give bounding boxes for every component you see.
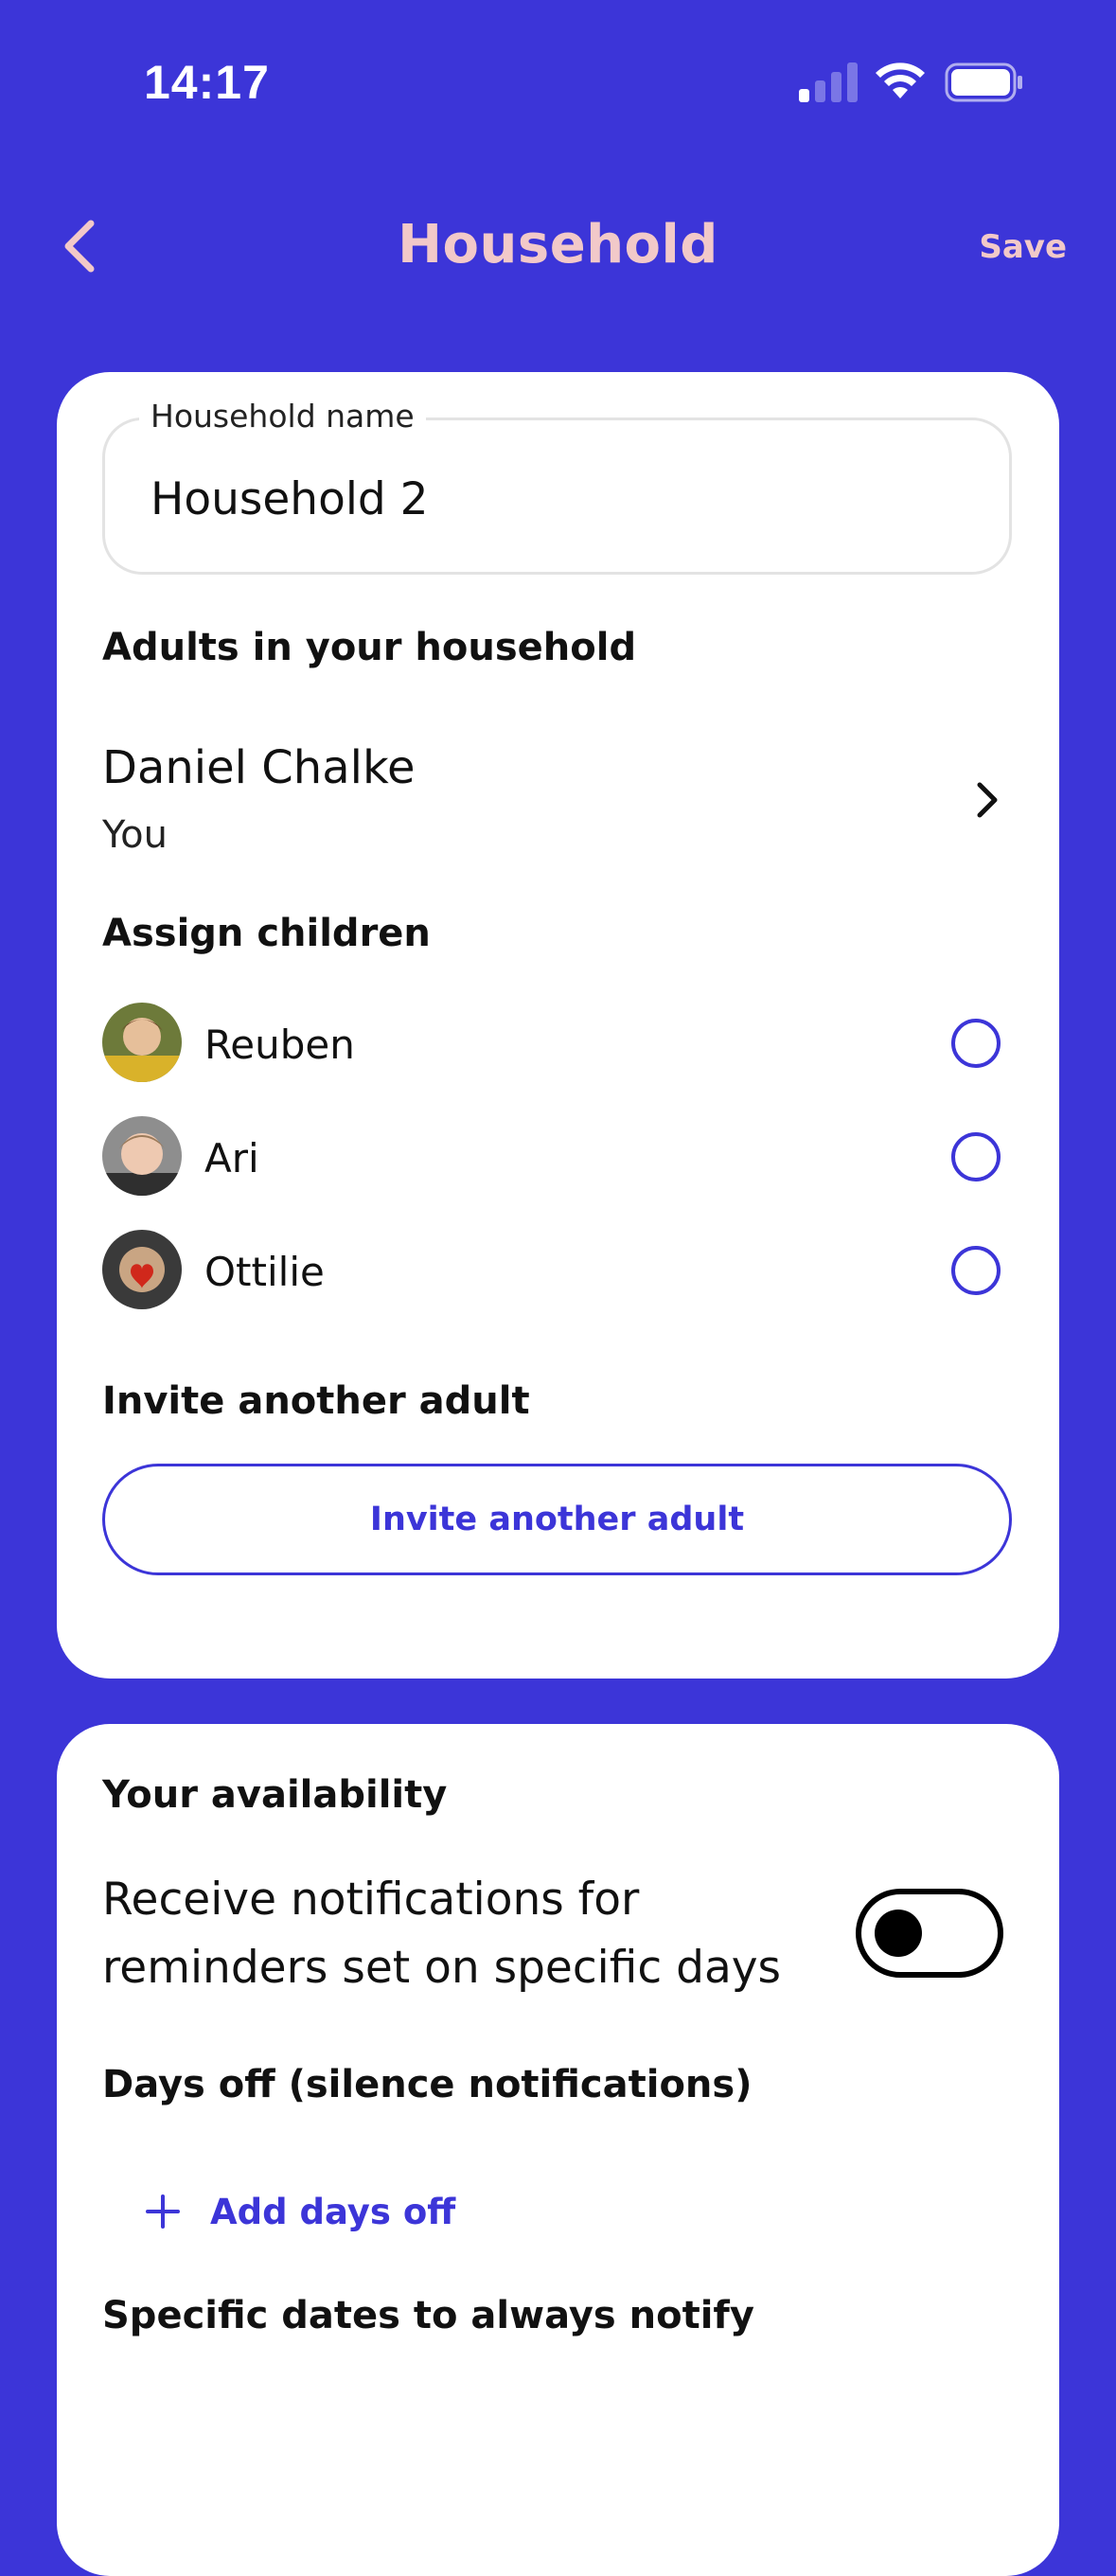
household-name-input[interactable] [151, 473, 965, 525]
days-off-heading: Days off (silence notifications) [102, 2063, 753, 2106]
adult-row[interactable]: Daniel Chalke You [102, 741, 1012, 874]
assign-children-heading: Assign children [102, 912, 431, 955]
save-button[interactable]: Save [979, 228, 1067, 266]
battery-icon [945, 62, 1022, 102]
avatar [102, 1003, 182, 1082]
child-name: Ottilie [204, 1249, 325, 1295]
status-bar: 14:17 [0, 0, 1116, 161]
child-radio[interactable] [951, 1246, 1001, 1295]
invite-adult-button[interactable]: Invite another adult [102, 1464, 1012, 1575]
specific-dates-heading: Specific dates to always notify [102, 2294, 754, 2337]
toggle-knob [875, 1910, 922, 1957]
add-days-off-label: Add days off [210, 2191, 456, 2232]
child-row-ottilie[interactable]: Ottilie [102, 1230, 1012, 1315]
child-name: Reuben [204, 1022, 355, 1068]
add-days-off-button[interactable]: Add days off [144, 2178, 455, 2245]
page-title: Household [398, 214, 718, 275]
availability-heading: Your availability [102, 1773, 448, 1817]
wifi-icon [876, 62, 925, 98]
avatar [102, 1230, 182, 1309]
household-name-field[interactable]: Household name [102, 398, 1012, 575]
availability-card: Your availability Receive notifications … [57, 1724, 1059, 2576]
notifications-toggle[interactable] [856, 1889, 1003, 1978]
child-name: Ari [204, 1135, 259, 1181]
household-name-label: Household name [139, 398, 426, 435]
child-radio[interactable] [951, 1019, 1001, 1068]
invite-heading: Invite another adult [102, 1379, 530, 1423]
child-radio[interactable] [951, 1132, 1001, 1181]
notifications-label: Receive notifications for reminders set … [102, 1874, 782, 1994]
cellular-signal-icon [799, 62, 858, 102]
chevron-right-icon [977, 782, 998, 818]
status-time: 14:17 [144, 56, 270, 109]
household-card: Household name Adults in your household … [57, 372, 1059, 1679]
adults-heading: Adults in your household [102, 626, 637, 669]
adult-subtitle: You [102, 813, 168, 857]
adult-name: Daniel Chalke [102, 741, 416, 794]
child-row-ari[interactable]: Ari [102, 1116, 1012, 1201]
plus-icon [146, 2194, 180, 2229]
child-row-reuben[interactable]: Reuben [102, 1003, 1012, 1088]
avatar [102, 1116, 182, 1196]
